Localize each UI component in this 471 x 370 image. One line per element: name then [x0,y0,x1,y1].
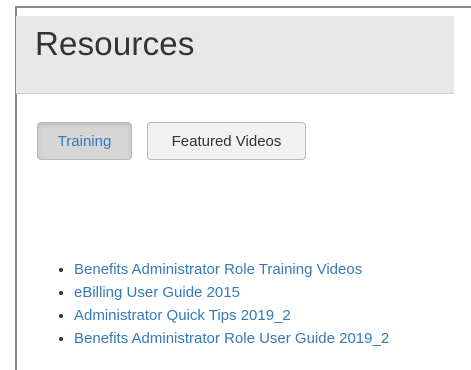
tab-training[interactable]: Training [37,122,132,160]
page-title: Resources [35,25,195,62]
list-item: Benefits Administrator Role Training Vid… [74,258,389,281]
resource-link-user-guide[interactable]: Benefits Administrator Role User Guide 2… [74,330,389,347]
resource-link-ebilling-guide[interactable]: eBilling User Guide 2015 [74,284,240,301]
resource-list: Benefits Administrator Role Training Vid… [56,258,389,350]
tab-featured-videos[interactable]: Featured Videos [147,122,306,160]
list-item: eBilling User Guide 2015 [74,281,389,304]
resource-link-training-videos[interactable]: Benefits Administrator Role Training Vid… [74,261,362,278]
list-item: Administrator Quick Tips 2019_2 [74,304,389,327]
resource-link-quick-tips[interactable]: Administrator Quick Tips 2019_2 [74,307,291,324]
list-item: Benefits Administrator Role User Guide 2… [74,327,389,350]
page-header: Resources [16,16,454,94]
